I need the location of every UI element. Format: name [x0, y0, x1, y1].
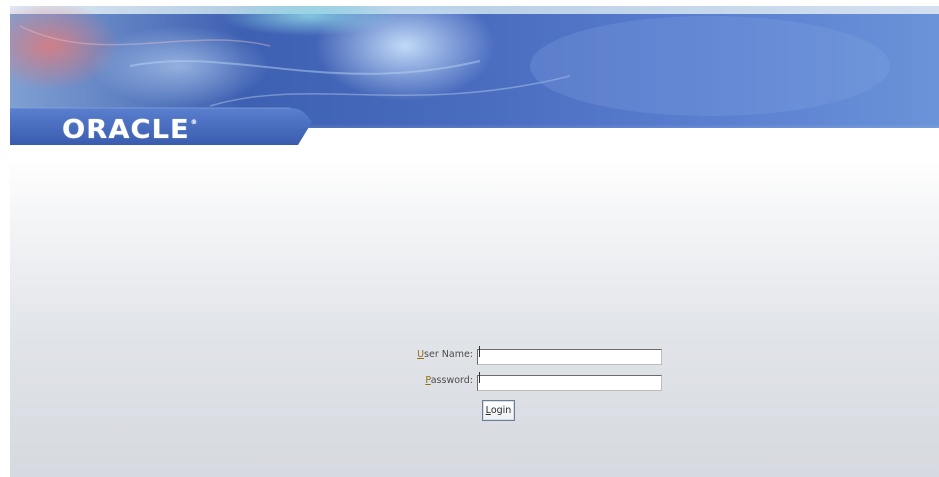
username-row: User Name:: [407, 344, 662, 365]
password-row: Password:: [407, 370, 662, 391]
username-accesskey: U: [417, 348, 425, 360]
password-label-text: assword:: [430, 374, 473, 386]
login-form: User Name: Password: Login: [10, 6, 939, 477]
username-field-wrapper: [477, 344, 662, 365]
password-field-wrapper: [477, 370, 662, 391]
login-button[interactable]: Login: [482, 400, 515, 421]
text-cursor-icon: [479, 372, 480, 383]
username-input[interactable]: [477, 348, 662, 365]
password-label: Password:: [407, 375, 473, 386]
login-page: ORACLE® User Name: Password: Login: [10, 6, 939, 477]
text-cursor-icon: [479, 346, 480, 357]
login-button-label: ogin: [490, 405, 512, 416]
password-input[interactable]: [477, 374, 662, 391]
username-label-text: ser Name:: [424, 348, 473, 360]
username-label: User Name:: [407, 349, 473, 360]
